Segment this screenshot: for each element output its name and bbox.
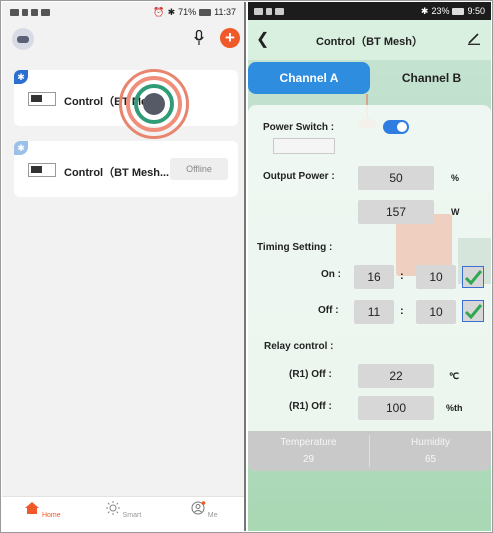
relay-humidity-input[interactable]: 100	[358, 396, 434, 420]
clock-time: 11:37	[214, 7, 236, 17]
humidity-unit: %th	[446, 403, 463, 413]
timer-off-checkbox[interactable]	[462, 300, 484, 322]
background-picture-frame	[273, 138, 335, 154]
temperature-value: 29	[302, 454, 315, 465]
status-right: ✱ 23% 9:50	[421, 6, 485, 17]
timer-off-hour-input[interactable]: 11	[354, 300, 394, 324]
battery-percent: 23%	[431, 6, 450, 16]
checkmark-icon	[464, 270, 482, 285]
nav-smart-label: Smart	[122, 512, 142, 519]
watts-unit: W	[451, 207, 460, 217]
percent-unit: %	[451, 173, 460, 183]
device-thumbnail	[28, 92, 56, 106]
alarm-icon: ⏰	[153, 6, 165, 17]
status-bar: ⏰ ✱ 71% 11:37	[2, 2, 244, 22]
channel-tabs: Channel A Channel B	[248, 62, 491, 94]
battery-icon	[199, 8, 212, 16]
checkmark-icon	[464, 304, 482, 319]
power-switch-label: Power Switch :	[263, 122, 335, 133]
nav-smart[interactable]: Smart	[93, 497, 153, 531]
timing-setting-label: Timing Setting :	[257, 242, 333, 253]
bottom-navigation: Home Smart Me	[2, 496, 244, 531]
output-power-watts-input[interactable]: 157	[358, 200, 434, 224]
device-card[interactable]: ✱ Control（BT Mesh... Offline	[14, 141, 238, 197]
touch-indicator	[119, 69, 189, 139]
offline-status-badge: Offline	[170, 158, 228, 180]
bluetooth-badge-icon: ✱	[14, 70, 28, 84]
nav-home-label: Home	[41, 512, 61, 519]
humidity-reading: Humidity 65	[370, 437, 491, 465]
page-title: Control（BT Mesh）	[316, 36, 423, 48]
timer-on-minute-input[interactable]: 10	[416, 265, 456, 289]
temperature-label: Temperature	[280, 437, 337, 448]
temperature-reading: Temperature 29	[248, 437, 369, 465]
nav-me-label: Me	[207, 512, 218, 519]
clock-time: 9:50	[467, 6, 485, 16]
bluetooth-badge-icon: ✱	[14, 141, 28, 155]
home-avatar[interactable]	[12, 28, 34, 50]
edit-pencil-icon[interactable]	[467, 31, 481, 45]
timer-off-label: Off :	[318, 305, 339, 316]
microphone-icon[interactable]	[194, 30, 204, 46]
control-header: ❮ Control（BT Mesh）	[248, 20, 491, 60]
timer-on-label: On :	[321, 269, 341, 280]
output-power-percent-input[interactable]: 50	[358, 166, 434, 190]
relay-temperature-input[interactable]: 22	[358, 364, 434, 388]
humidity-label: Humidity	[411, 437, 450, 448]
home-screen: ⏰ ✱ 71% 11:37 + ✱ Control（BT Mesh） ✱ Con…	[2, 2, 246, 531]
timer-on-hour-input[interactable]: 16	[354, 265, 394, 289]
signal-icons	[10, 8, 50, 16]
device-thumbnail	[28, 163, 56, 177]
status-right: ⏰ ✱ 71% 11:37	[153, 7, 236, 18]
relay-row1-label: (R1) Off :	[289, 369, 332, 380]
bluetooth-icon: ✱	[167, 6, 176, 17]
humidity-value: 65	[424, 454, 437, 465]
timer-off-minute-input[interactable]: 10	[416, 300, 456, 324]
sun-icon	[105, 501, 120, 515]
signal-icons	[254, 7, 284, 15]
battery-percent: 71%	[178, 7, 197, 17]
power-switch-toggle[interactable]	[383, 120, 409, 134]
device-control-screen: ✱ 23% 9:50 ❮ Control（BT Mesh） Channel A …	[248, 2, 491, 531]
home-icon	[25, 502, 39, 514]
time-separator: :	[400, 305, 404, 317]
tab-channel-b[interactable]: Channel B	[372, 62, 491, 94]
relay-row2-label: (R1) Off :	[289, 401, 332, 412]
bluetooth-icon: ✱	[420, 5, 429, 16]
celsius-unit: ℃	[449, 371, 460, 381]
profile-icon	[191, 501, 206, 515]
nav-me[interactable]: Me	[174, 497, 234, 531]
nav-home[interactable]: Home	[12, 497, 72, 531]
device-name: Control（BT Mesh...	[64, 167, 170, 179]
output-power-label: Output Power :	[263, 171, 335, 182]
relay-control-label: Relay control :	[264, 341, 334, 352]
tab-channel-a[interactable]: Channel A	[248, 62, 370, 94]
time-separator: :	[400, 270, 404, 282]
timer-on-checkbox[interactable]	[462, 266, 484, 288]
add-device-button[interactable]: +	[220, 28, 240, 48]
sensor-readings-bar: Temperature 29 Humidity 65	[248, 431, 491, 471]
status-bar: ✱ 23% 9:50	[248, 2, 491, 20]
home-header: +	[2, 22, 244, 56]
battery-icon	[452, 7, 465, 15]
